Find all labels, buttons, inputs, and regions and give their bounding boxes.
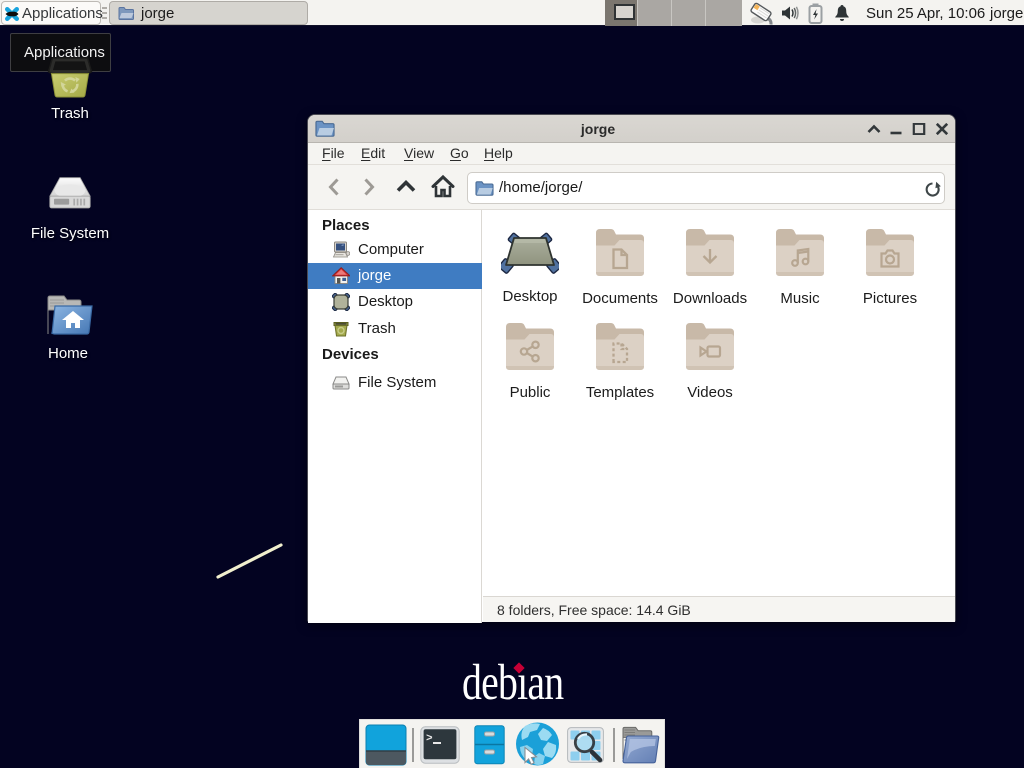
svg-text:>: > [426, 733, 433, 745]
